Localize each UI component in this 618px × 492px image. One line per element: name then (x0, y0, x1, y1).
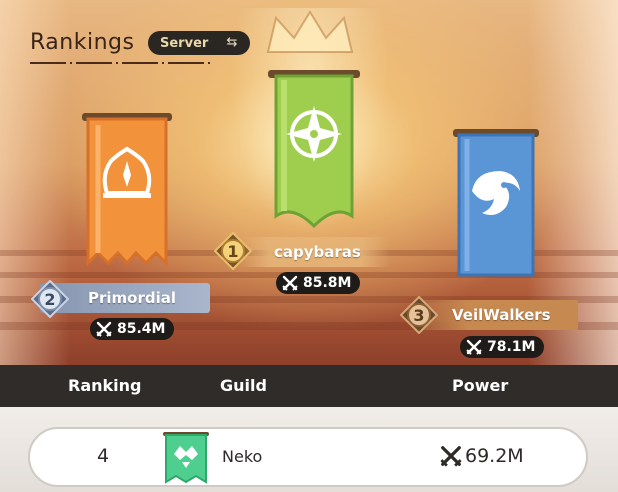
column-header-ranking: Ranking (68, 376, 142, 395)
rank-3-guild-name: VeilWalkers (452, 306, 551, 324)
crossed-swords-icon (282, 275, 298, 291)
svg-text:2: 2 (44, 290, 55, 309)
column-header-power: Power (452, 376, 509, 395)
title-underline (30, 62, 210, 64)
rank-2-power: 85.4M (117, 321, 166, 337)
my-guild-power-value: 69.2M (465, 445, 524, 467)
crossed-swords-icon (96, 321, 112, 337)
rank-2-banner[interactable] (82, 113, 172, 271)
rank-2-badge: 2 (31, 280, 69, 318)
scope-toggle-button[interactable]: Server ⇆ (148, 31, 250, 55)
column-header-guild: Guild (220, 376, 267, 395)
my-guild-row[interactable]: 4 Neko 69.2M (28, 427, 588, 487)
svg-text:1: 1 (227, 242, 238, 261)
my-guild-name: Neko (222, 447, 263, 466)
rank-2-guild-name: Primordial (88, 289, 177, 307)
rank-3-power: 78.1M (487, 339, 536, 355)
page-title: Rankings (30, 30, 135, 55)
my-guild-power: 69.2M (440, 445, 524, 467)
rankings-screen: Rankings Server ⇆ 1 capybaras 85.8M Prim… (0, 0, 618, 492)
crossed-swords-icon (440, 446, 462, 467)
rank-3-badge: 3 (400, 296, 438, 334)
rank-3-guild-plate: VeilWalkers (420, 300, 578, 330)
rank-3-power-chip: 78.1M (460, 336, 545, 358)
swap-icon: ⇆ (226, 35, 238, 50)
crossed-swords-icon (466, 339, 482, 355)
scope-label: Server (160, 35, 209, 51)
rank-3-banner[interactable] (453, 127, 539, 279)
svg-text:3: 3 (413, 306, 424, 325)
rank-1-power-chip: 85.8M (276, 272, 361, 294)
crown-icon (266, 10, 354, 53)
rank-1-guild-name: capybaras (274, 243, 361, 261)
my-guild-rank: 4 (97, 445, 110, 467)
ranking-list: 4 Neko 69.2M (0, 407, 618, 492)
rank-1-guild-plate: capybaras (240, 237, 390, 267)
rank-1-power: 85.8M (303, 275, 352, 291)
rank-2-power-chip: 85.4M (90, 318, 175, 340)
guild-banner-icon (163, 432, 209, 484)
rank-1-banner[interactable] (268, 66, 360, 228)
table-header: Ranking Guild Power (0, 365, 618, 407)
